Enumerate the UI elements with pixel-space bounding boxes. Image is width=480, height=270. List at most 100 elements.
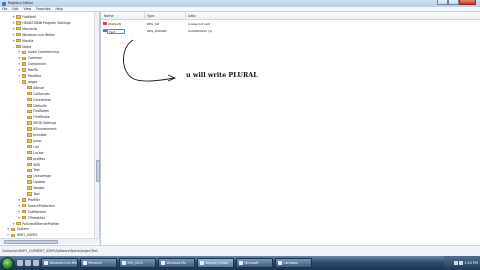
menu-help[interactable]: Help — [56, 7, 63, 11]
folder-icon — [16, 44, 21, 49]
collapse-icon[interactable]: - — [17, 80, 21, 84]
expand-icon[interactable]: + — [17, 204, 21, 208]
folder-icon — [16, 15, 21, 19]
start-button[interactable] — [1, 256, 14, 270]
menu-view[interactable]: View — [24, 7, 32, 11]
tree-item-label: Defaults — [33, 103, 47, 108]
registry-key-tree[interactable]: + FlatMedi + HEADSTANB Program Settings + Mac… — [0, 12, 100, 245]
tree-item-label: MedTo — [27, 68, 38, 73]
expand-icon[interactable]: + — [6, 233, 10, 237]
tree-item-label: Companion — [27, 62, 46, 67]
column-name-header[interactable]: Name — [104, 14, 113, 18]
folder-icon — [27, 156, 32, 161]
folder-icon — [21, 68, 27, 72]
taskbar-button[interactable]: Camtasia — [275, 258, 312, 268]
tree-item-label: Voegte — [33, 186, 45, 191]
folder-icon — [21, 198, 27, 202]
taskbar-button-label: Microsoft — [244, 261, 259, 265]
expand-icon[interactable]: + — [17, 198, 21, 202]
menu-favorites[interactable]: Favorites — [36, 7, 50, 11]
annotation-text: u will write PLURAL — [186, 71, 258, 79]
expand-icon — [23, 127, 27, 131]
expand-icon[interactable]: + — [12, 27, 16, 31]
expand-icon — [23, 145, 27, 149]
expand-icon[interactable]: + — [12, 39, 16, 43]
menu-file[interactable]: File — [2, 7, 7, 11]
column-separator[interactable] — [185, 12, 186, 20]
value-row-text[interactable]: Text REG_DWORD 0x00000001 (1) — [101, 28, 480, 34]
minimize-button[interactable] — [437, 0, 448, 5]
expand-icon — [23, 157, 27, 161]
taskbar-button-label: Windows Live Mes — [49, 261, 78, 265]
tree-item-label: Macrovisi — [22, 26, 38, 31]
value-type: REG_SZ — [147, 22, 159, 27]
tree-item-label: FindToken — [33, 109, 49, 114]
column-type-header[interactable]: Type — [147, 14, 154, 18]
app-icon — [278, 261, 282, 265]
folder-icon — [21, 62, 27, 66]
taskbar-button[interactable]: Windows Mo — [158, 258, 195, 268]
value-row-default[interactable]: (Default) REG_SZ (value not set) — [101, 21, 480, 27]
maximize-button[interactable] — [448, 0, 459, 5]
close-button[interactable] — [459, 0, 476, 5]
network-icon[interactable] — [454, 261, 458, 265]
folder-icon — [16, 221, 21, 226]
expand-icon[interactable]: + — [6, 227, 10, 231]
tree-horizontal-scrollbar[interactable] — [0, 238, 100, 244]
folder-icon — [21, 74, 27, 78]
quicklaunch-ie-icon[interactable] — [17, 260, 23, 266]
folder-icon — [27, 168, 32, 173]
expand-icon[interactable]: + — [12, 33, 16, 37]
expand-icon — [23, 115, 27, 119]
expand-icon[interactable]: + — [17, 68, 21, 72]
tree-vertical-scrollbar[interactable] — [94, 12, 100, 238]
expand-icon[interactable]: + — [12, 222, 16, 226]
quicklaunch-media-icon[interactable] — [33, 260, 39, 266]
expand-icon[interactable]: + — [17, 74, 21, 78]
quicklaunch-desktop-icon[interactable] — [25, 260, 31, 266]
expand-icon[interactable]: + — [17, 216, 21, 220]
expand-icon — [23, 121, 27, 125]
tree-hscroll-thumb[interactable] — [4, 240, 58, 244]
column-data-header[interactable]: Data — [188, 14, 196, 18]
column-separator[interactable] — [144, 12, 145, 20]
taskbar-button[interactable]: Personal — [80, 258, 117, 268]
volume-icon[interactable] — [459, 261, 463, 265]
expand-icon[interactable]: + — [17, 62, 21, 66]
taskbar-button[interactable]: Microsoft — [236, 258, 273, 268]
menu-edit[interactable]: Edit — [12, 7, 18, 11]
expand-icon — [23, 174, 27, 178]
clock[interactable]: 1:54 PM — [464, 261, 478, 265]
expand-icon[interactable]: + — [17, 50, 21, 54]
values-pane: Name Type Data (Default) REG_SZ (value n… — [101, 12, 480, 245]
title-bar[interactable]: Registry Editor — [0, 0, 480, 7]
taskbar-buttons: Windows Live Mes Personal IMG_0015 Windows … — [40, 258, 313, 268]
tree-item-label: Connection — [33, 97, 52, 102]
expand-icon — [23, 180, 27, 184]
tree-item-label: PaceBox — [27, 74, 42, 78]
folder-icon — [27, 109, 32, 114]
value-data: 0x00000001 (1) — [188, 29, 213, 34]
taskbar-button-label: IMG_0015 — [127, 261, 143, 265]
expand-icon[interactable]: + — [12, 15, 16, 19]
taskbar-button[interactable]: IMG_0015 — [119, 258, 156, 268]
expand-icon — [23, 151, 27, 155]
tree-item-label: TPresetAkr — [27, 215, 46, 220]
expand-icon[interactable]: + — [12, 21, 16, 25]
taskbar-button[interactable]: Windows Live Mes — [41, 258, 78, 268]
tree-item-label: Nokia — [22, 44, 32, 49]
taskbar-button-label: Personal — [88, 261, 102, 265]
taskbar-button[interactable]: Registry Editor — [197, 258, 234, 268]
tree-item-label: SubMonitor — [27, 209, 46, 214]
tree-item-label: CalSenvec — [33, 91, 50, 96]
folder-icon — [27, 139, 32, 143]
tree-vscroll-thumb[interactable] — [95, 160, 100, 182]
collapse-icon[interactable]: - — [12, 45, 16, 49]
expand-icon[interactable]: + — [17, 210, 21, 214]
tree-item-label: Audio Conferencing — [27, 50, 60, 55]
tree-item-label: PoliciesWiternetProfiler — [22, 221, 59, 226]
expand-icon[interactable]: + — [17, 56, 21, 60]
folder-icon — [27, 86, 32, 90]
expand-icon — [23, 133, 27, 137]
rename-value-input[interactable]: Text — [107, 28, 125, 34]
